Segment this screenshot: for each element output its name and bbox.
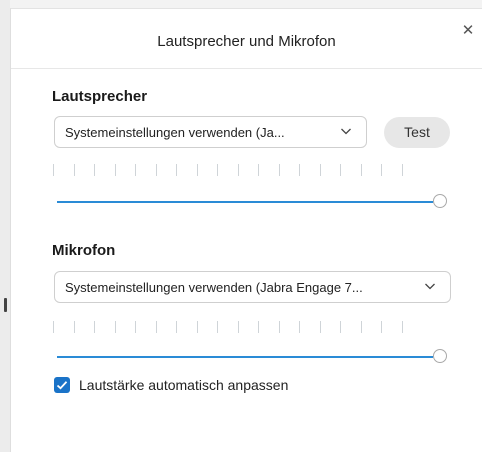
level-meter-tick	[155, 321, 157, 333]
chevron-down-icon	[341, 128, 351, 135]
level-meter-tick	[258, 321, 259, 333]
level-meter-tick	[217, 321, 218, 333]
level-meter-tick	[94, 321, 95, 333]
chevron-down-icon	[425, 283, 435, 290]
level-meter-tick	[53, 164, 54, 176]
level-meter-tick	[196, 164, 198, 176]
speaker-section-title: Lautsprecher	[52, 88, 148, 105]
level-meter-tick	[135, 164, 136, 176]
speaker-device-select[interactable]: Systemeinstellungen verwenden (Ja...	[54, 116, 367, 148]
level-meter-tick	[114, 321, 116, 333]
level-meter-tick	[135, 321, 136, 333]
level-meter-tick	[340, 321, 341, 333]
level-meter-tick	[299, 164, 300, 176]
level-meter-tick	[319, 164, 321, 176]
level-meter-tick	[53, 321, 54, 333]
level-meter-tick	[360, 321, 362, 333]
microphone-volume-track	[57, 356, 433, 358]
level-meter-tick	[381, 321, 382, 333]
level-meter-tick	[73, 321, 75, 333]
background-window-mark	[4, 298, 7, 312]
microphone-level-meter	[53, 321, 413, 333]
level-meter-tick	[278, 321, 280, 333]
microphone-volume-thumb[interactable]	[433, 349, 447, 363]
level-meter-tick	[237, 164, 239, 176]
microphone-volume-slider[interactable]	[57, 348, 447, 366]
level-meter-tick	[196, 321, 198, 333]
microphone-device-value: Systemeinstellungen verwenden (Jabra Eng…	[65, 280, 363, 295]
auto-adjust-checkbox[interactable]	[54, 377, 70, 393]
level-meter-tick	[278, 164, 280, 176]
speaker-volume-slider[interactable]	[57, 193, 447, 211]
speaker-device-value: Systemeinstellungen verwenden (Ja...	[65, 125, 285, 140]
level-meter-tick	[237, 321, 239, 333]
level-meter-tick	[401, 321, 403, 333]
level-meter-tick	[401, 164, 403, 176]
checkmark-icon	[56, 381, 68, 390]
level-meter-tick	[258, 164, 259, 176]
level-meter-tick	[176, 321, 177, 333]
speaker-volume-thumb[interactable]	[433, 194, 447, 208]
microphone-section-title: Mikrofon	[52, 242, 116, 259]
level-meter-tick	[94, 164, 95, 176]
speaker-test-button[interactable]: Test	[384, 117, 450, 148]
microphone-device-select[interactable]: Systemeinstellungen verwenden (Jabra Eng…	[54, 271, 451, 303]
dialog-titlebar: Lautsprecher und Mikrofon ✕	[11, 9, 482, 69]
level-meter-tick	[114, 164, 116, 176]
level-meter-tick	[360, 164, 362, 176]
level-meter-tick	[340, 164, 341, 176]
audio-settings-dialog: Lautsprecher und Mikrofon ✕ Lautsprecher…	[10, 8, 482, 452]
dialog-title: Lautsprecher und Mikrofon	[157, 33, 336, 50]
level-meter-tick	[155, 164, 157, 176]
close-icon[interactable]: ✕	[460, 23, 476, 39]
level-meter-tick	[217, 164, 218, 176]
level-meter-tick	[381, 164, 382, 176]
level-meter-tick	[73, 164, 75, 176]
level-meter-tick	[176, 164, 177, 176]
speaker-volume-track	[57, 201, 433, 203]
level-meter-tick	[299, 321, 300, 333]
auto-adjust-label: Lautstärke automatisch anpassen	[79, 377, 289, 393]
speaker-level-meter	[53, 164, 413, 176]
background-window-edge	[0, 0, 10, 452]
level-meter-tick	[319, 321, 321, 333]
